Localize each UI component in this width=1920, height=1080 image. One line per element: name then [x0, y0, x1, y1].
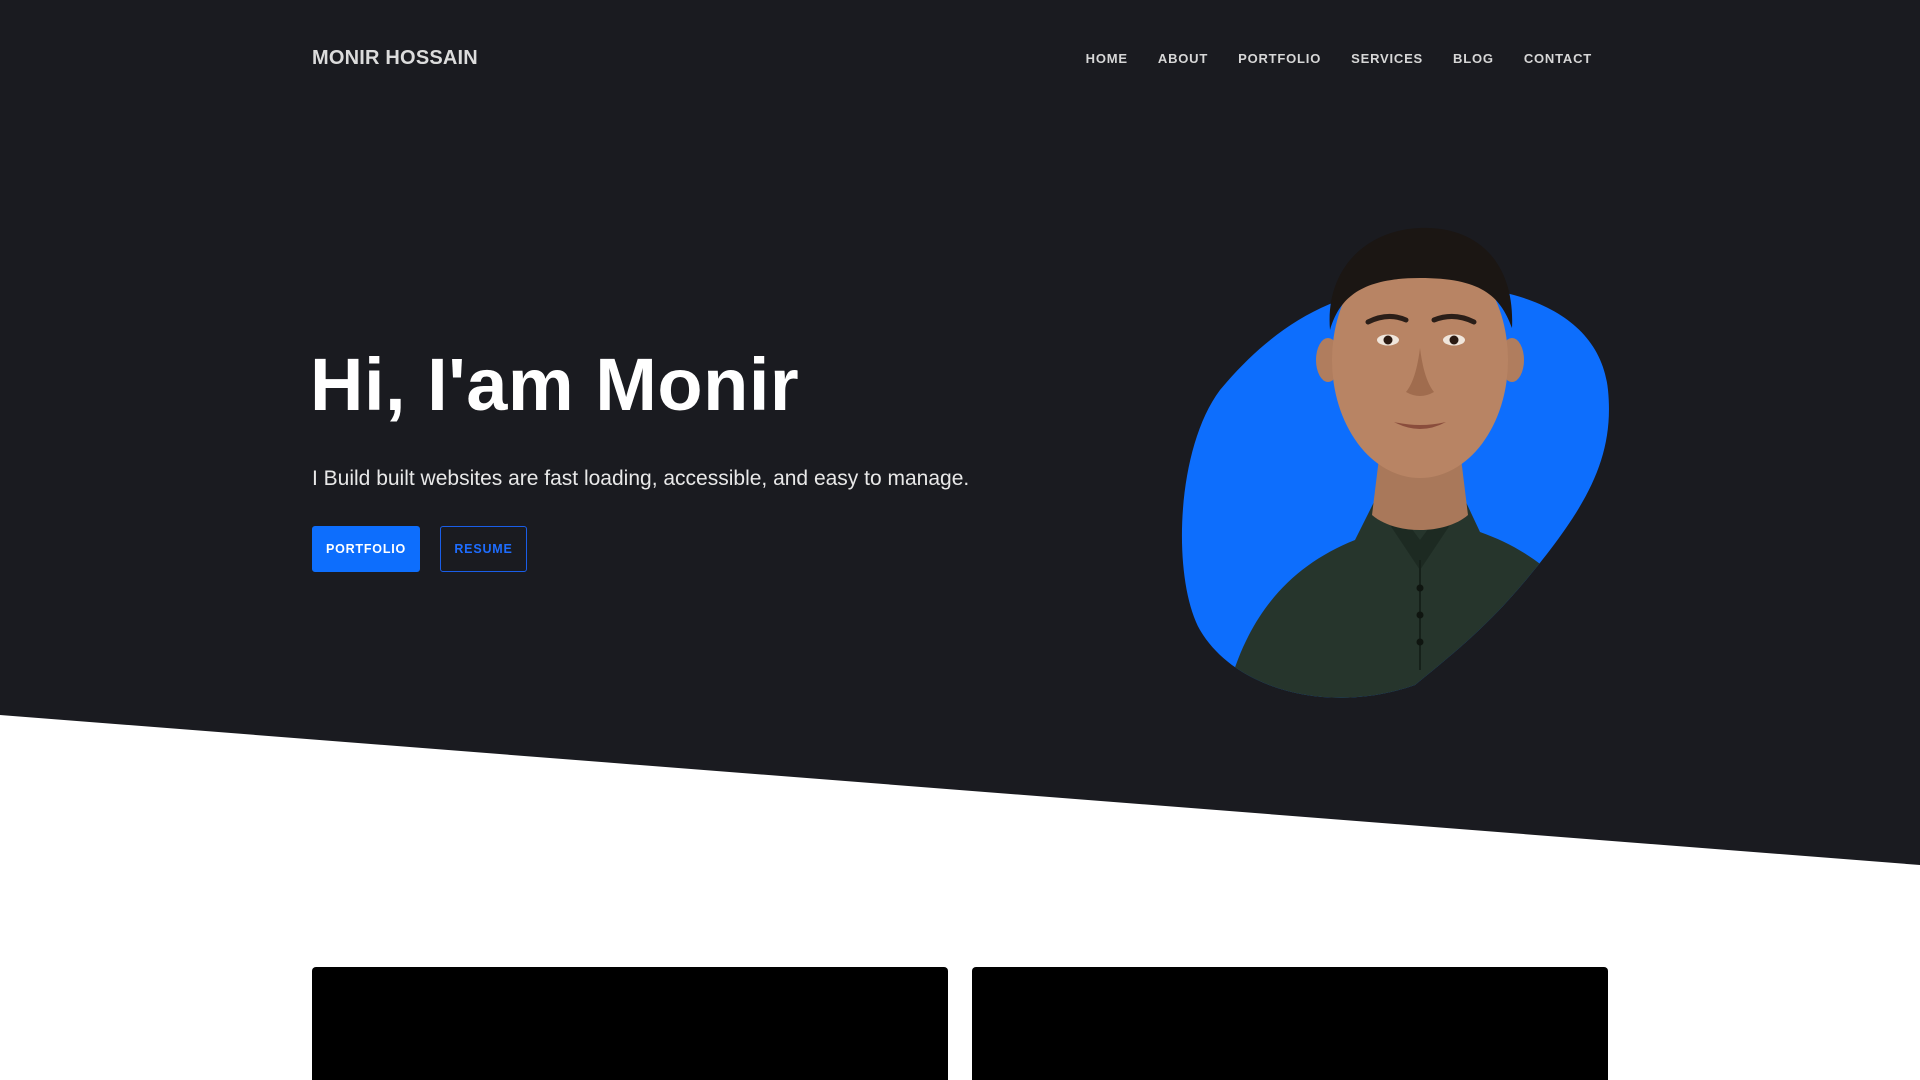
nav-services[interactable]: SERVICES [1351, 51, 1423, 66]
hero-title: Hi, I'am Monir [310, 343, 800, 426]
hero-background [0, 0, 1920, 865]
portfolio-card[interactable] [312, 967, 948, 1080]
portfolio-page: MONIR HOSSAIN HOME ABOUT PORTFOLIO SERVI… [0, 0, 1920, 1080]
brand-logo[interactable]: MONIR HOSSAIN [312, 47, 478, 70]
nav-portfolio[interactable]: PORTFOLIO [1238, 51, 1321, 66]
hero-buttons: PORTFOLIO RESUME [312, 526, 527, 572]
nav-contact[interactable]: CONTACT [1524, 51, 1592, 66]
portfolio-button[interactable]: PORTFOLIO [312, 526, 420, 572]
site-header: MONIR HOSSAIN HOME ABOUT PORTFOLIO SERVI… [312, 40, 1608, 76]
profile-photo [1181, 227, 1609, 698]
nav-blog[interactable]: BLOG [1453, 51, 1494, 66]
resume-button[interactable]: RESUME [440, 526, 527, 572]
hero-subtitle: I Build built websites are fast loading,… [312, 467, 970, 490]
nav-about[interactable]: ABOUT [1158, 51, 1208, 66]
nav-home[interactable]: HOME [1086, 51, 1128, 66]
main-nav: HOME ABOUT PORTFOLIO SERVICES BLOG CONTA… [1086, 51, 1608, 66]
portfolio-card[interactable] [972, 967, 1608, 1080]
